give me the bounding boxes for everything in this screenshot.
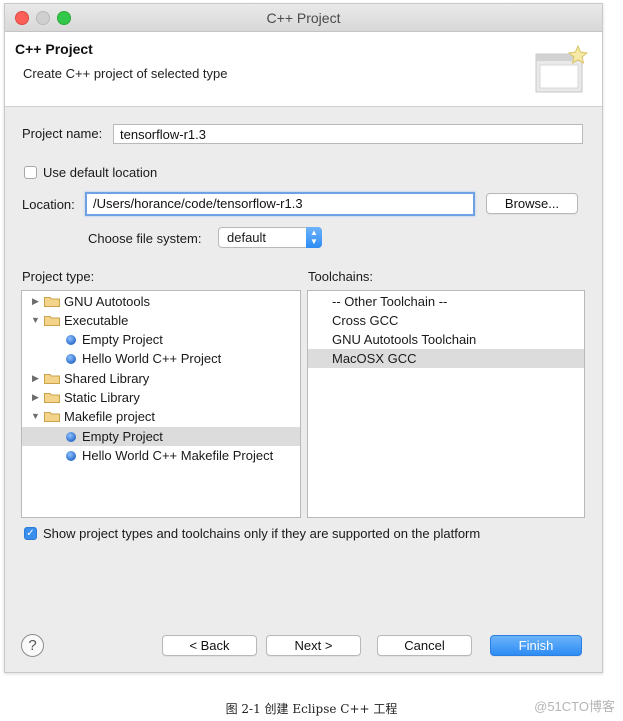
finish-button[interactable]: Finish [490,635,582,656]
tree-item-static-library[interactable]: ▶ Static Library [22,388,300,407]
folder-icon [44,297,60,307]
toolchain-item[interactable]: GNU Autotools Toolchain [308,330,584,349]
select-arrows-icon: ▲ ▼ [306,227,322,248]
toolchain-item[interactable]: Cross GCC [308,311,584,330]
toolchain-label: Cross GCC [332,313,399,328]
tree-item-executable-empty-project[interactable]: Empty Project [22,330,300,349]
dialog-window: C++ Project C++ Project Create C++ proje… [4,3,603,673]
banner-description: Create C++ project of selected type [23,66,228,81]
tree-item-label: Hello World C++ Makefile Project [82,448,274,463]
collapsed-arrow-icon[interactable]: ▶ [32,388,39,407]
cancel-button[interactable]: Cancel [377,635,472,656]
tree-item-label: GNU Autotools [64,294,150,309]
toolchain-label: GNU Autotools Toolchain [332,332,477,347]
location-field[interactable]: /Users/horance/code/tensorflow-r1.3 [85,192,475,216]
tree-item-gnu-autotools[interactable]: ▶ GNU Autotools [22,292,300,311]
file-system-select[interactable]: default ▲ ▼ [218,227,322,248]
tree-item-label: Executable [64,313,129,328]
collapsed-arrow-icon[interactable]: ▶ [32,292,39,311]
project-template-icon [66,335,76,345]
figure-caption: 图 2-1 创建 Eclipse C++ 工程 [225,702,398,716]
project-type-tree[interactable]: ▶ GNU Autotools ▼ Executable Empty Proje… [21,290,301,518]
open-folder-icon [44,316,60,326]
back-button[interactable]: < Back [162,635,257,656]
tree-item-label: Shared Library [64,371,150,386]
file-system-value: default [227,230,267,245]
open-folder-icon [44,412,60,422]
tree-item-hello-world-makefile[interactable]: Hello World C++ Makefile Project [22,446,300,465]
project-template-icon [66,451,76,461]
expanded-arrow-icon[interactable]: ▼ [31,407,40,426]
tree-item-executable[interactable]: ▼ Executable [22,311,300,330]
collapsed-arrow-icon[interactable]: ▶ [32,369,39,388]
browse-button[interactable]: Browse... [486,193,578,214]
file-system-label: Choose file system: [88,231,202,246]
tree-item-label: Empty Project [82,429,163,444]
use-default-location-checkbox[interactable] [24,166,37,179]
tree-item-label: Makefile project [64,409,156,424]
banner-title: C++ Project [15,41,93,57]
project-template-icon [66,432,76,442]
tree-item-label: Static Library [64,390,140,405]
help-icon[interactable]: ? [21,634,44,657]
project-name-label: Project name: [22,126,103,141]
tree-item-label: Empty Project [82,332,163,347]
filter-supported-label: Show project types and toolchains only i… [43,526,481,541]
expanded-arrow-icon[interactable]: ▼ [31,311,40,330]
location-label: Location: [22,197,75,212]
tree-item-shared-library[interactable]: ▶ Shared Library [22,369,300,388]
folder-icon [44,393,60,403]
tree-item-hello-world-cpp[interactable]: Hello World C++ Project [22,349,300,368]
wizard-banner: C++ Project Create C++ project of select… [5,32,602,107]
toolchain-item-selected[interactable]: MacOSX GCC [308,349,584,368]
new-project-wizard-icon [535,44,589,93]
folder-icon [44,374,60,384]
project-name-field[interactable]: tensorflow-r1.3 [113,124,583,144]
use-default-location-label: Use default location [43,165,158,180]
tree-item-makefile-project[interactable]: ▼ Makefile project [22,407,300,426]
toolchain-label: MacOSX GCC [332,351,417,366]
next-button[interactable]: Next > [266,635,361,656]
project-type-heading: Project type: [22,269,95,284]
tree-item-makefile-empty-project[interactable]: Empty Project [22,427,300,446]
title-bar: C++ Project [5,4,602,32]
filter-supported-checkbox[interactable]: ✓ [24,527,37,540]
watermark: @51CTO博客 [534,699,615,714]
window-title: C++ Project [266,10,341,26]
toolchain-label: -- Other Toolchain -- [332,294,448,309]
toolchain-item[interactable]: -- Other Toolchain -- [308,292,584,311]
tree-item-label: Hello World C++ Project [82,351,222,366]
toolchains-list[interactable]: -- Other Toolchain -- Cross GCC GNU Auto… [307,290,585,518]
toolchains-heading: Toolchains: [308,269,374,284]
project-template-icon [66,354,76,364]
